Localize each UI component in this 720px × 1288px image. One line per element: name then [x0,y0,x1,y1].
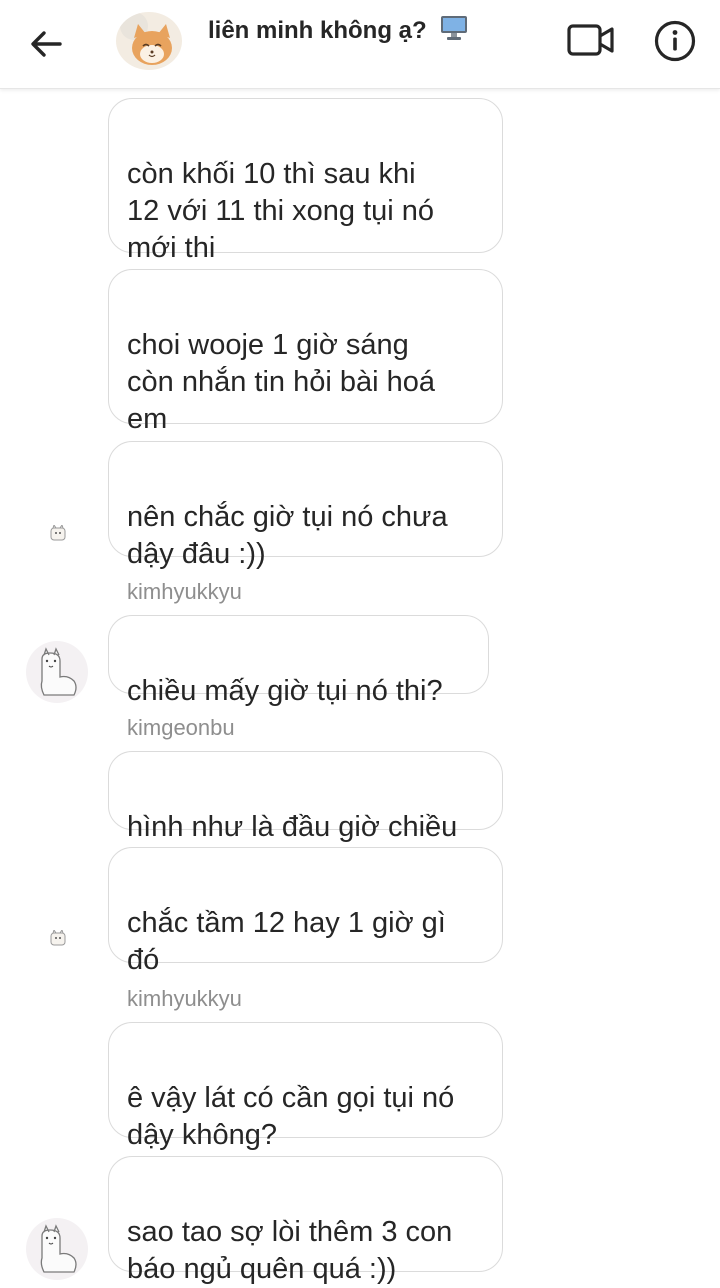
sender-name: kimhyukkyu [127,579,242,604]
message-bubble[interactable]: còn khối 10 thì sau khi 12 với 11 thi xo… [108,98,503,264]
message-bubble[interactable]: sao tao sợ lòi thêm 3 con báo ngủ quên q… [108,1156,503,1285]
seen-avatar-icon [50,525,66,541]
message-text: chắc tầm 12 hay 1 giờ gì đó [127,907,446,976]
message-bubble[interactable]: chiều mấy giờ tụi nó thi? [108,615,489,707]
chat-title[interactable]: liên minh không ạ? [208,14,469,45]
cat-avatar-icon [120,12,172,65]
chat-title-text: liên minh không ạ? [208,17,427,44]
sender-name: kimhyukkyu [127,986,242,1011]
message-text: hình như là đầu giờ chiều [127,811,458,843]
message-text: còn khối 10 thì sau khi 12 với 11 thi xo… [127,158,435,264]
message-text: choi wooje 1 giờ sáng còn nhắn tin hỏi b… [127,329,435,435]
message-text: sao tao sợ lòi thêm 3 con báo ngủ quên q… [127,1216,453,1285]
message-bubble[interactable]: choi wooje 1 giờ sáng còn nhắn tin hỏi b… [108,269,503,435]
back-arrow-icon[interactable] [26,24,66,64]
message-bubble[interactable]: ê vậy lát có cần gọi tụi nó dậy không? [108,1022,503,1151]
avatar[interactable] [26,1218,88,1280]
message-text: chiều mấy giờ tụi nó thi? [127,675,443,707]
desktop-computer-icon [441,16,468,40]
avatar[interactable] [26,641,88,703]
group-avatar[interactable] [116,12,182,70]
seen-avatar-icon [50,930,66,946]
sender-name: kimgeonbu [127,715,235,740]
message-text: nên chắc giờ tụi nó chưa dậy đâu :)) [127,501,448,570]
video-call-icon[interactable] [566,20,616,60]
alpaca-avatar-icon [40,647,77,696]
message-bubble[interactable]: hình như là đầu giờ chiều [108,751,503,843]
message-bubble[interactable]: chắc tầm 12 hay 1 giờ gì đó [108,847,503,976]
message-text: ê vậy lát có cần gọi tụi nó dậy không? [127,1082,455,1151]
message-bubble[interactable]: nên chắc giờ tụi nó chưa dậy đâu :)) [108,441,503,570]
alpaca-avatar-icon [40,1224,77,1273]
chat-header: liên minh không ạ? [0,0,720,89]
info-icon[interactable] [654,20,696,62]
